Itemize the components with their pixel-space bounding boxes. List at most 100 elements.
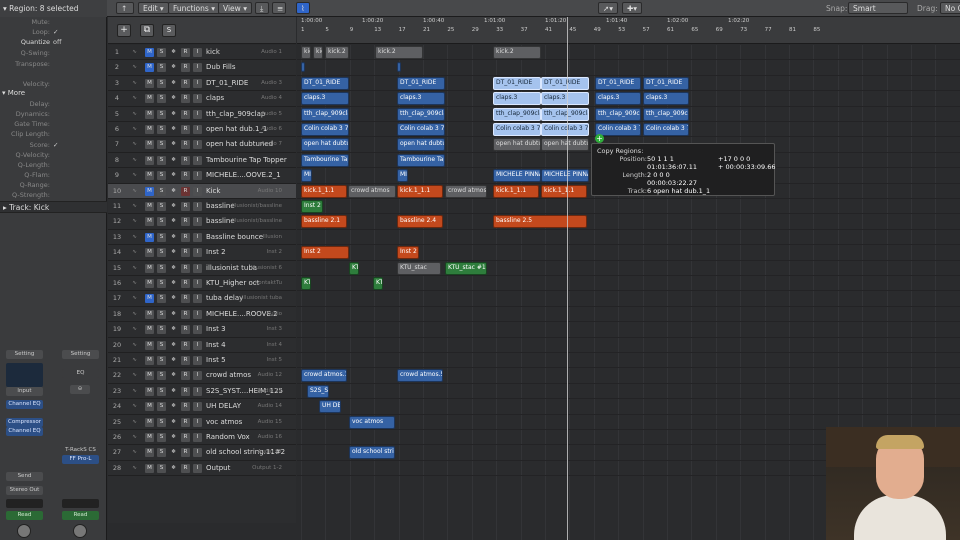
region[interactable]: old school string	[349, 446, 395, 460]
solo-button[interactable]: S	[157, 248, 166, 258]
mute-button[interactable]: M	[145, 309, 154, 319]
track-row[interactable]: 6 ∿ M S ❄ R Iopen hat dub.1_1 Audio 6	[108, 122, 296, 138]
freeze-icon[interactable]: ❄	[169, 402, 178, 411]
automation-read-button[interactable]: Read	[6, 511, 43, 520]
track-row[interactable]: 14 ∿ M S ❄ R I Inst 2 Inst 2	[108, 245, 296, 261]
solo-button[interactable]: S	[157, 340, 166, 350]
freeze-icon[interactable]: ❄	[169, 310, 178, 319]
mute-button[interactable]: M	[145, 340, 154, 350]
mute-button[interactable]: M	[145, 433, 154, 442]
solo-button[interactable]: S	[157, 433, 166, 442]
send-slot[interactable]: Send	[6, 472, 43, 481]
solo-button[interactable]: S	[157, 109, 166, 119]
inspector-row[interactable]: Clip Length:	[0, 129, 107, 139]
solo-button[interactable]: S	[157, 140, 166, 150]
region[interactable]: tth_clap_909clap	[595, 107, 641, 121]
freeze-icon[interactable]: ❄	[169, 279, 178, 288]
input-monitor-button[interactable]: I	[193, 78, 202, 88]
solo-button[interactable]: S	[157, 325, 166, 335]
freeze-icon[interactable]: ❄	[169, 433, 178, 442]
record-button[interactable]: R	[181, 309, 190, 319]
freeze-icon[interactable]: ❄	[169, 387, 178, 396]
inspector-row[interactable]: Q-Range:	[0, 180, 107, 190]
input-monitor-button[interactable]: I	[193, 109, 202, 119]
drag-select[interactable]: No O	[940, 2, 960, 14]
region[interactable]: claps.3	[493, 92, 541, 106]
input-monitor-button[interactable]: I	[193, 217, 202, 227]
track-row[interactable]: 13 ∿ M S ❄ R I Bassline bounce Illusion	[108, 230, 296, 246]
region-selection-header[interactable]: ▾ Region: 8 selected	[0, 0, 107, 17]
freeze-icon[interactable]: ❄	[169, 233, 178, 242]
plugin-slot-ffprol[interactable]: FF Pro-L	[62, 455, 99, 464]
input-monitor-button[interactable]: I	[193, 125, 202, 134]
setting-button[interactable]: Setting	[6, 350, 43, 359]
region[interactable]: claps.3	[301, 92, 349, 106]
record-button[interactable]: R	[181, 263, 190, 273]
solo-button[interactable]: S	[157, 417, 166, 427]
mute-button[interactable]: M	[145, 125, 154, 134]
inspector-row[interactable]: Q-Velocity:	[0, 150, 107, 160]
snap-select[interactable]: Smart	[848, 2, 908, 14]
input-monitor-button[interactable]: I	[193, 340, 202, 350]
track-lane[interactable]	[297, 230, 960, 246]
flex-icon[interactable]: ⌇	[296, 2, 310, 14]
region[interactable]: kick.2	[375, 46, 423, 59]
track-row[interactable]: 24 ∿ M S ❄ R I UH DELAY Audio 14	[108, 399, 296, 415]
region[interactable]: Inst 2	[301, 246, 349, 260]
region[interactable]: tth_clap_909clap	[643, 107, 689, 121]
region[interactable]: MICHELE PINNA	[541, 169, 589, 183]
track-lane[interactable]	[297, 353, 960, 369]
region[interactable]: KTU	[349, 261, 359, 275]
catch-icon[interactable]: ⤓	[255, 2, 269, 14]
region[interactable]: KTU_stac	[397, 261, 441, 275]
record-button[interactable]: R	[181, 63, 190, 73]
region-marker[interactable]	[301, 62, 305, 73]
solo-button[interactable]: S	[157, 463, 166, 473]
duplicate-track-icon[interactable]: ⧉	[140, 24, 154, 37]
region[interactable]: voc atmos	[349, 415, 395, 429]
record-button[interactable]: R	[181, 448, 190, 458]
solo-button[interactable]: S	[157, 217, 166, 227]
link-icon[interactable]: ⊝	[70, 385, 90, 394]
link-icon[interactable]: ≡	[272, 2, 286, 14]
freeze-icon[interactable]: ❄	[169, 110, 178, 119]
region[interactable]: tth_clap_909clap	[493, 107, 541, 121]
mute-button[interactable]: M	[145, 232, 154, 242]
plugin-slot-channel-eq-2[interactable]: Channel EQ	[6, 427, 43, 436]
input-monitor-button[interactable]: I	[193, 248, 202, 258]
solo-button[interactable]: S	[157, 448, 166, 458]
freeze-icon[interactable]: ❄	[169, 356, 178, 365]
region[interactable]: kick.1_1.1	[397, 184, 443, 198]
region[interactable]: tth_clap_909clap	[397, 107, 445, 121]
region[interactable]: MICHELE PINNA	[493, 169, 541, 183]
freeze-icon[interactable]: ❄	[169, 79, 178, 88]
mute-button[interactable]: M	[145, 217, 154, 227]
region[interactable]: open hat dubtuned	[397, 138, 445, 152]
freeze-icon[interactable]: ❄	[169, 140, 178, 149]
input-monitor-button[interactable]: I	[193, 294, 202, 304]
region[interactable]: open hat dubtuned	[301, 138, 349, 152]
record-button[interactable]: R	[181, 417, 190, 427]
region[interactable]: UH DE	[319, 400, 341, 414]
track-row[interactable]: 27 ∿ M S ❄ R Iold school string.11#2 Audio 17	[108, 445, 296, 461]
group-slot[interactable]	[6, 499, 43, 508]
plugin-slot-channel-eq[interactable]: Channel EQ	[6, 400, 43, 409]
track-row[interactable]: 21 ∿ M S ❄ R I Inst 5 Inst 5	[108, 353, 296, 369]
freeze-icon[interactable]: ❄	[169, 63, 178, 72]
record-button[interactable]: R	[181, 155, 190, 165]
functions-menu[interactable]: Functions ▾	[168, 2, 220, 14]
freeze-icon[interactable]: ❄	[169, 187, 178, 196]
track-row[interactable]: 17 ∿ M S ❄ R Ituba delay Illusionist tuba	[108, 291, 296, 307]
solo-button[interactable]: S	[157, 48, 166, 57]
region[interactable]: open hat dubtu	[541, 138, 589, 152]
record-button[interactable]: R	[181, 402, 190, 412]
input-monitor-button[interactable]: I	[193, 232, 202, 242]
track-lane[interactable]	[297, 307, 960, 323]
region[interactable]: S2S_SY	[307, 384, 329, 398]
freeze-icon[interactable]: ❄	[169, 202, 178, 211]
record-button[interactable]: R	[181, 463, 190, 473]
mute-button[interactable]: M	[145, 63, 154, 73]
region[interactable]: DT_01_RIDE	[595, 76, 641, 90]
input-monitor-button[interactable]: I	[193, 186, 202, 196]
region[interactable]: open hat dubtu	[493, 138, 541, 152]
